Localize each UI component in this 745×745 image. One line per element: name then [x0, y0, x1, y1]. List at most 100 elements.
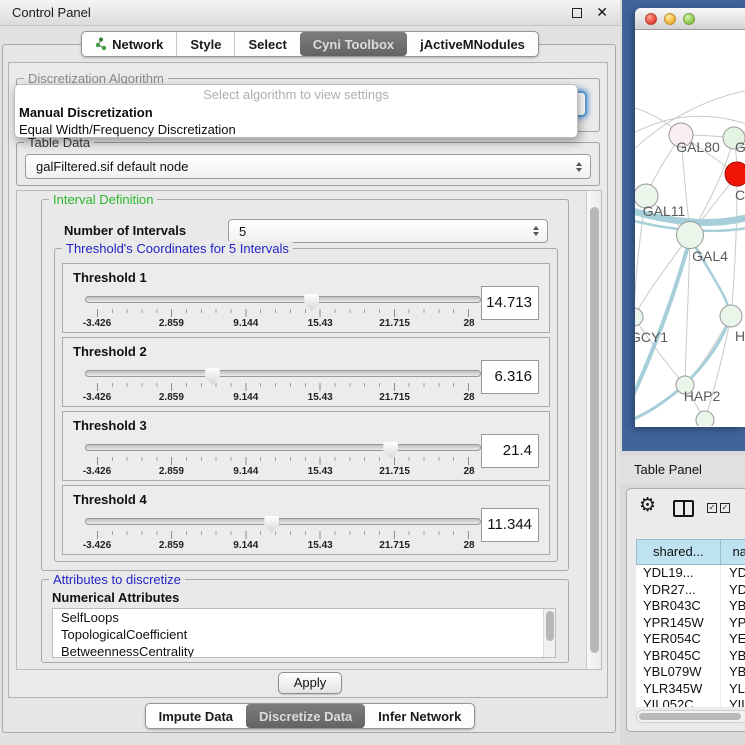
attribute-list-item[interactable]: SelfLoops — [53, 609, 555, 626]
scrollbar-thumb[interactable] — [639, 713, 741, 720]
close-traffic-light-icon[interactable] — [645, 13, 657, 25]
algorithm-dropdown-popup: Select algorithm to view settings Manual… — [14, 84, 578, 138]
network-window[interactable]: GAL80 GA C GAL11 GAL4 GCY1 H HAP2 — [635, 8, 745, 427]
attribute-list-item[interactable]: BetweennessCentrality — [53, 643, 555, 658]
num-intervals-combobox[interactable]: 5 — [228, 219, 548, 243]
tab-infer-network[interactable]: Infer Network — [365, 704, 474, 728]
cell-shared-name[interactable]: YBR043C — [636, 598, 721, 615]
cell-shared-name[interactable]: YDL19... — [636, 565, 721, 582]
network-node[interactable] — [635, 308, 643, 326]
tab-discretize-data[interactable]: Discretize Data — [246, 704, 365, 728]
table-row[interactable]: YPR145W YPR1 — [636, 615, 745, 632]
threshold-slider[interactable]: -3.426 2.859 9.144 15.43 21.715 28 — [85, 512, 481, 554]
table-row[interactable]: YDL19... YDL1 — [636, 565, 745, 582]
settings-scrollbar[interactable] — [586, 191, 601, 669]
cell-shared-name[interactable]: YBR045C — [636, 648, 721, 665]
scrollbar-thumb[interactable] — [546, 611, 554, 641]
cell-name[interactable]: YIL0 — [721, 697, 745, 707]
tab-select[interactable]: Select — [234, 32, 299, 56]
threshold-panel: Threshold 2 -3.426 2.859 — [62, 337, 550, 407]
zoom-traffic-light-icon[interactable] — [683, 13, 695, 25]
slider-ticks — [97, 308, 469, 317]
cell-name[interactable]: YDL1 — [721, 565, 745, 582]
attributes-list-scrollbar[interactable] — [543, 609, 555, 657]
table-row[interactable]: YBL079W YBL0 — [636, 664, 745, 681]
threshold-value-field[interactable]: 21.4 — [481, 434, 539, 468]
columns-icon[interactable] — [673, 500, 694, 517]
dropdown-option[interactable]: Equal Width/Frequency Discretization — [15, 121, 577, 138]
threshold-value-field[interactable]: 6.316 — [481, 360, 539, 394]
network-canvas[interactable]: GAL80 GA C GAL11 GAL4 GCY1 H HAP2 — [635, 30, 745, 426]
cell-name[interactable]: YER0 — [721, 631, 745, 648]
tick-label: -3.426 — [83, 318, 111, 329]
close-icon[interactable]: ✕ — [596, 8, 608, 18]
cell-name[interactable]: YLR3 — [721, 681, 745, 698]
network-node-selected[interactable] — [725, 162, 745, 186]
dropdown-option[interactable]: Manual Discretization — [15, 104, 577, 121]
column-header-shared-name[interactable]: shared... — [636, 539, 721, 565]
cell-name[interactable]: YBR0 — [721, 648, 745, 665]
slider-track[interactable] — [85, 296, 481, 303]
threshold-value-field[interactable]: 14.713 — [481, 286, 539, 320]
threshold-panel: Threshold 4 -3.426 2.859 — [62, 485, 550, 555]
checkbox-icon[interactable]: ✓ — [707, 503, 717, 513]
cell-name[interactable]: YPR1 — [721, 615, 745, 632]
tab-network[interactable]: Network — [82, 32, 176, 56]
threshold-slider[interactable]: -3.426 2.859 9.144 15.43 21.715 28 — [85, 364, 481, 406]
cell-name[interactable]: YBL0 — [721, 664, 745, 681]
cell-shared-name[interactable]: YDR27... — [636, 582, 721, 599]
slider-tick-labels: -3.426 2.859 9.144 15.43 21.715 28 — [97, 392, 469, 404]
attribute-list-item[interactable]: TopologicalCoefficient — [53, 626, 555, 643]
cell-name[interactable]: YDR2 — [721, 582, 745, 599]
cell-shared-name[interactable]: YER054C — [636, 631, 721, 648]
slider-track[interactable] — [85, 444, 481, 451]
threshold-label: Threshold 3 — [73, 418, 147, 433]
network-window-titlebar[interactable] — [635, 8, 745, 30]
network-graph[interactable]: GAL80 GA C GAL11 GAL4 GCY1 H HAP2 — [635, 30, 745, 426]
cell-shared-name[interactable]: YIL052C — [636, 697, 721, 707]
slider-track[interactable] — [85, 370, 481, 377]
gear-icon[interactable]: ⚙ — [639, 495, 656, 515]
table-row[interactable]: YBR045C YBR0 — [636, 648, 745, 665]
threshold-slider[interactable]: -3.426 2.859 9.144 15.43 21.715 28 — [85, 438, 481, 480]
table-row[interactable]: YBR043C YBR0 — [636, 598, 745, 615]
threshold-value-field[interactable]: 11.344 — [481, 508, 539, 542]
tick-label: 21.715 — [379, 466, 410, 477]
network-node[interactable] — [677, 222, 704, 249]
cell-shared-name[interactable]: YLR345W — [636, 681, 721, 698]
network-nodes[interactable] — [635, 123, 745, 426]
bottom-tab-group: Impute Data Discretize Data Infer Networ… — [145, 703, 476, 729]
panel-title: Control Panel — [12, 5, 572, 20]
column-header-name[interactable]: na — [721, 539, 745, 565]
cell-shared-name[interactable]: YBL079W — [636, 664, 721, 681]
network-node[interactable] — [696, 411, 714, 426]
node-table[interactable]: shared... na YDL19... YDL1 YDR27... YDR2… — [636, 539, 745, 707]
network-node[interactable] — [720, 305, 742, 327]
tick-label: 2.859 — [159, 318, 184, 329]
cell-shared-name[interactable]: YPR145W — [636, 615, 721, 632]
float-window-icon[interactable] — [572, 8, 582, 18]
select-columns-icons[interactable]: ✓ ✓ — [707, 503, 730, 513]
tick-label: 28 — [463, 466, 474, 477]
tab-jactivemnodules[interactable]: jActiveMNodules — [407, 32, 538, 56]
dropdown-prompt: Select algorithm to view settings — [15, 86, 577, 104]
table-horizontal-scrollbar[interactable] — [636, 710, 745, 723]
node-label: GCY1 — [635, 329, 668, 345]
tab-impute-data[interactable]: Impute Data — [146, 704, 246, 728]
table-row[interactable]: YDR27... YDR2 — [636, 582, 745, 599]
tab-style[interactable]: Style — [176, 32, 234, 56]
minimize-traffic-light-icon[interactable] — [664, 13, 676, 25]
cell-name[interactable]: YBR0 — [721, 598, 745, 615]
attributes-list[interactable]: SelfLoops TopologicalCoefficient Between… — [52, 608, 556, 658]
scrollbar-thumb[interactable] — [590, 207, 599, 653]
checkbox-icon[interactable]: ✓ — [720, 503, 730, 513]
table-row[interactable]: YER054C YER0 — [636, 631, 745, 648]
table-row[interactable]: YLR345W YLR3 — [636, 681, 745, 698]
tab-cyni-toolbox[interactable]: Cyni Toolbox — [300, 32, 407, 56]
slider-track[interactable] — [85, 518, 481, 525]
table-data-combobox[interactable]: galFiltered.sif default node — [25, 154, 591, 179]
threshold-slider[interactable]: -3.426 2.859 9.144 15.43 21.715 28 — [85, 290, 481, 332]
apply-button[interactable]: Apply — [278, 672, 342, 694]
table-row[interactable]: YIL052C YIL0 — [636, 697, 745, 707]
combo-arrows-icon — [533, 226, 539, 236]
